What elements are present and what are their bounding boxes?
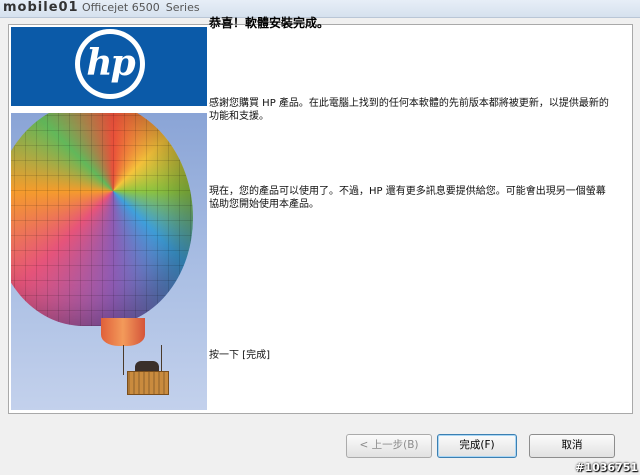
hot-air-balloon-image [11,113,207,410]
back-button[interactable]: < 上一步(B) [346,434,432,458]
completion-heading: 恭喜！軟體安裝完成。 [209,16,330,30]
balloon-rope [123,345,124,375]
click-finish-instruction: 按一下 [完成] [209,350,270,361]
balloon-skirt [101,318,145,346]
wizard-sidebar: hp [11,27,207,410]
cancel-button[interactable]: 取消 [529,434,615,458]
window-title: Officejet 6500 Series [82,1,200,14]
hp-logo-banner: hp [11,27,207,106]
balloon-basket [127,371,169,395]
image-id-watermark: #1036751 [575,461,638,474]
wizard-panel: hp [8,24,633,414]
window-title-prefix: Officejet 6500 [82,1,160,14]
next-steps-paragraph: 現在，您的產品可以使用了。不過，HP 還有更多訊息要提供給您。可能會出現另一個螢… [209,186,606,210]
hp-logo: hp [75,29,145,99]
thank-you-paragraph: 感謝您購買 HP 產品。在此電腦上找到的任何本軟體的先前版本都將被更新，以提供最… [209,98,609,122]
balloon-envelope [11,113,193,326]
finish-button[interactable]: 完成(F) [437,434,517,458]
window-title-suffix: Series [165,1,200,14]
hp-logo-text: hp [80,34,140,94]
mobile01-watermark-logo: mobile01 [3,0,79,15]
